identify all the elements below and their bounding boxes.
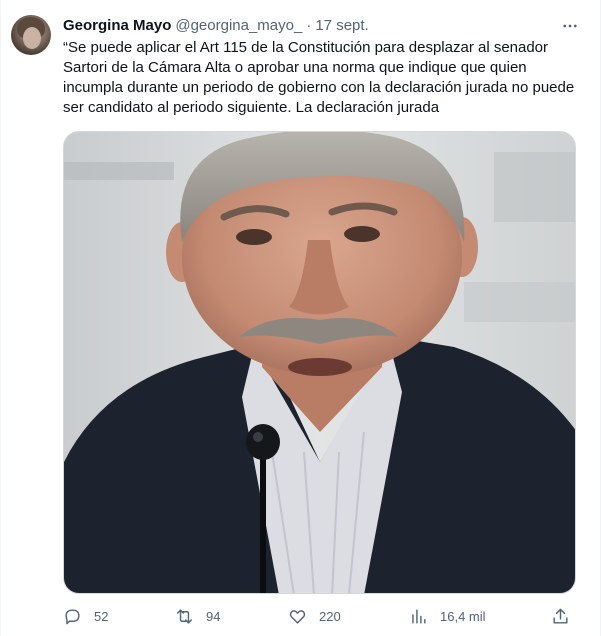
share-icon [553,608,568,624]
tweet-photo[interactable] [63,131,576,594]
reply-button[interactable]: 52 [63,604,108,628]
like-button[interactable]: 220 [288,604,341,628]
views-count: 16,4 mil [440,608,486,624]
tweet-header: Georgina Mayo @georgina_mayo_ · 17 sept. [63,15,369,35]
tweet-date[interactable]: 17 sept. [315,17,368,34]
tweet-card[interactable]: Georgina Mayo @georgina_mayo_ · 17 sept.… [0,0,601,636]
views-chart-icon [412,608,426,624]
avatar-face [23,27,41,49]
reply-icon [65,608,80,624]
author-handle[interactable]: @georgina_mayo_ [175,17,302,34]
retweet-icon [177,608,192,624]
reply-count: 52 [94,608,109,624]
author-avatar[interactable] [11,15,51,55]
share-button[interactable] [551,604,570,628]
heart-icon [289,609,306,624]
more-dots-icon[interactable] [560,16,580,36]
views-button[interactable]: 16,4 mil [409,604,486,628]
like-count: 220 [319,608,341,624]
author-name[interactable]: Georgina Mayo [63,17,171,34]
photo-illustration [64,132,575,593]
header-separator: · [306,16,312,34]
tweet-text: “Se puede aplicar el Art 115 de la Const… [63,39,575,116]
action-bar: 52 94 220 16,4 mil [63,604,576,628]
retweet-button[interactable]: 94 [175,604,220,628]
retweet-count: 94 [206,608,221,624]
